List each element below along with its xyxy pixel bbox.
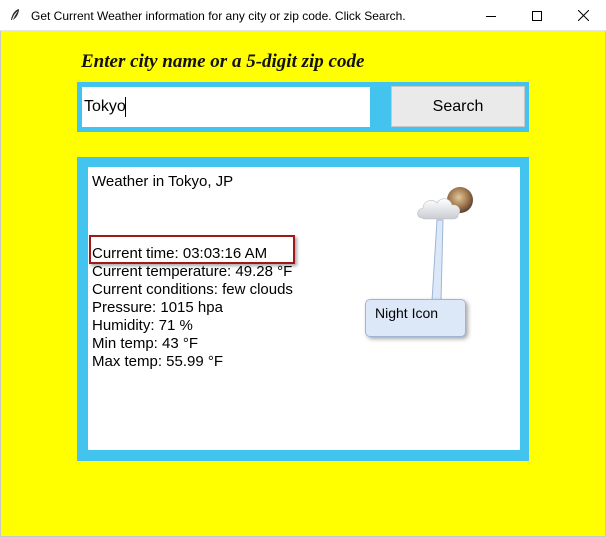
maximize-button[interactable] [514, 0, 560, 31]
minimize-button[interactable] [468, 0, 514, 31]
min-temp-label: Min temp: 43 °F [92, 335, 199, 352]
temperature-label: Current temperature: 49.28 °F [92, 263, 293, 280]
minimize-icon [486, 15, 496, 17]
weather-location-label: Weather in Tokyo, JP [92, 173, 234, 190]
feather-icon [11, 9, 19, 20]
prompt-heading: Enter city name or a 5-digit zip code [81, 51, 365, 72]
title-bar: Get Current Weather information for any … [0, 0, 606, 31]
maximize-icon [532, 10, 542, 21]
window-border [0, 31, 1, 537]
search-button[interactable]: Search [391, 86, 525, 127]
night-cloud-icon [417, 187, 473, 220]
humidity-label: Humidity: 71 % [92, 317, 193, 334]
conditions-label: Current conditions: few clouds [92, 281, 293, 298]
text-cursor [125, 97, 126, 117]
pressure-label: Pressure: 1015 hpa [92, 299, 223, 316]
window-title: Get Current Weather information for any … [31, 9, 406, 23]
close-icon [577, 10, 589, 21]
max-temp-label: Max temp: 55.99 °F [92, 353, 224, 370]
close-button[interactable] [560, 0, 606, 31]
callout-label: Night Icon [375, 305, 439, 321]
time-highlight-box [89, 235, 295, 264]
